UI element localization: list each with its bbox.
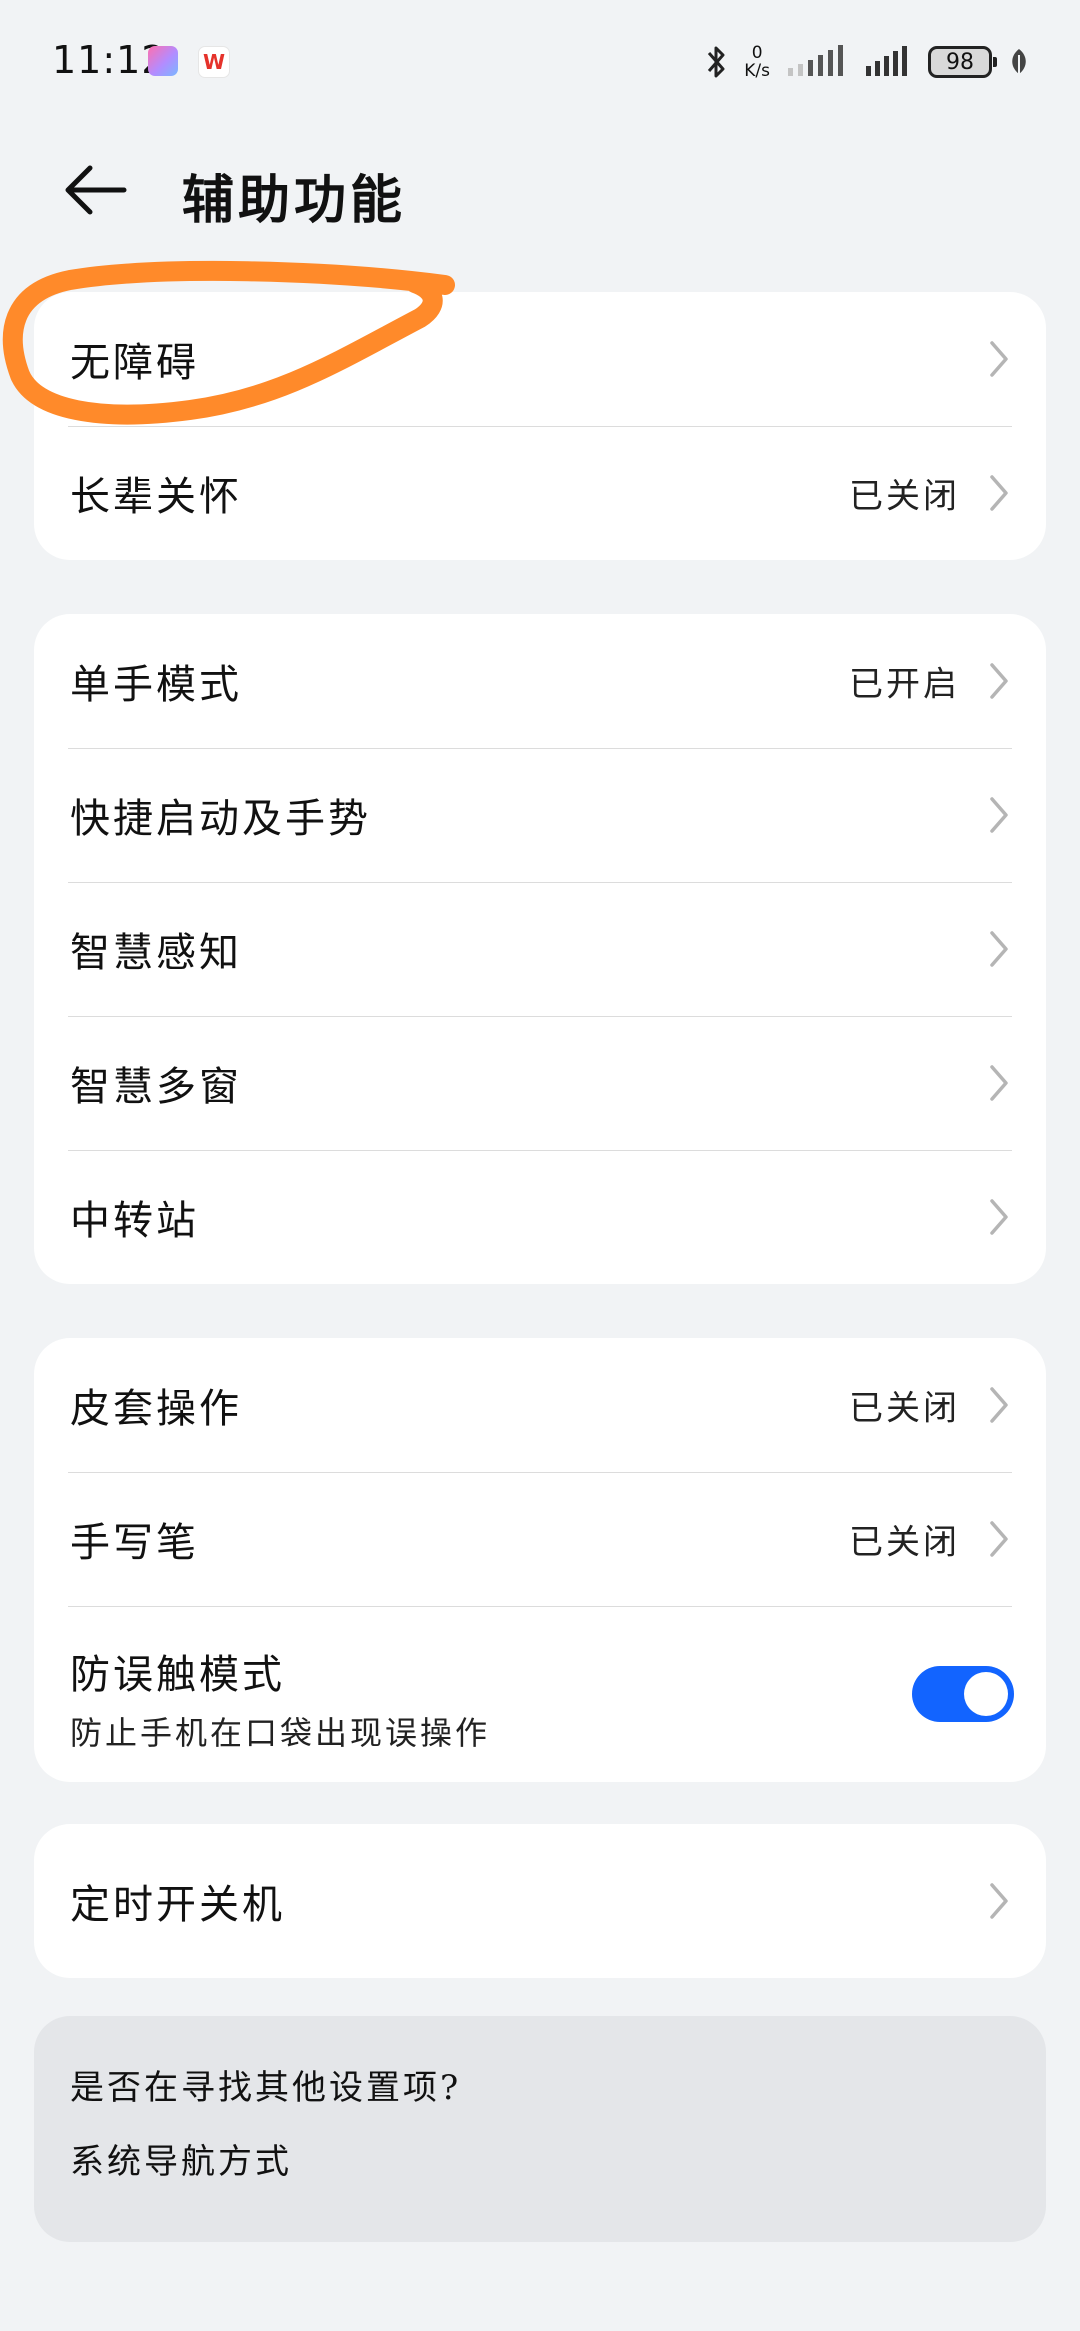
accessibility-row[interactable]: 无障碍 bbox=[34, 292, 1046, 426]
settings-group-2: 单手模式 已开启 快捷启动及手势 智慧感知 智慧多窗 中转站 bbox=[34, 614, 1046, 1284]
one-hand-mode-row[interactable]: 单手模式 已开启 bbox=[34, 614, 1046, 748]
chevron-right-icon bbox=[990, 1521, 1008, 1557]
battery-indicator: 98 bbox=[928, 46, 997, 78]
suggestions-title: 是否在寻找其他设置项? bbox=[70, 2068, 462, 2108]
signal-sim1-icon bbox=[788, 45, 843, 76]
system-navigation-link[interactable]: 系统导航方式 bbox=[70, 2134, 292, 2183]
row-status-value: 已关闭 bbox=[849, 1388, 960, 1429]
stylus-row[interactable]: 手写笔 已关闭 bbox=[34, 1472, 1046, 1606]
row-label: 快捷启动及手势 bbox=[70, 796, 371, 842]
accidental-touch-toggle[interactable] bbox=[912, 1666, 1014, 1722]
chevron-right-icon bbox=[990, 797, 1008, 833]
network-speed: 0 K/s bbox=[744, 43, 770, 81]
row-status-value: 已关闭 bbox=[849, 1522, 960, 1563]
suggestions-card: 是否在寻找其他设置项? 系统导航方式 bbox=[34, 2016, 1046, 2242]
eco-leaf-icon bbox=[1012, 49, 1026, 74]
shortcuts-gestures-row[interactable]: 快捷启动及手势 bbox=[34, 748, 1046, 882]
row-label: 单手模式 bbox=[70, 662, 242, 708]
back-button[interactable] bbox=[60, 160, 140, 220]
cover-operation-row[interactable]: 皮套操作 已关闭 bbox=[34, 1338, 1046, 1472]
accidental-touch-row: 防误触模式 防止手机在口袋出现误操作 bbox=[34, 1606, 1046, 1782]
settings-group-4: 定时开关机 bbox=[34, 1824, 1046, 1978]
wps-app-icon: W bbox=[198, 46, 230, 78]
back-arrow-icon bbox=[65, 165, 127, 215]
settings-group-3: 皮套操作 已关闭 手写笔 已关闭 防误触模式 防止手机在口袋出现误操作 bbox=[34, 1338, 1046, 1782]
row-subtitle: 防止手机在口袋出现误操作 bbox=[70, 1714, 491, 1752]
row-label: 智慧多窗 bbox=[70, 1064, 242, 1110]
row-status-value: 已关闭 bbox=[849, 476, 960, 517]
page-header: 辅助功能 bbox=[0, 140, 1080, 240]
row-label: 无障碍 bbox=[70, 340, 199, 386]
settings-group-1: 无障碍 长辈关怀 已关闭 bbox=[34, 292, 1046, 560]
row-status-value: 已开启 bbox=[849, 664, 960, 705]
status-indicators: 0 K/s 98 bbox=[706, 38, 1030, 86]
signal-sim2-icon bbox=[866, 46, 907, 76]
elder-care-row[interactable]: 长辈关怀 已关闭 bbox=[34, 426, 1046, 560]
chevron-right-icon bbox=[990, 341, 1008, 377]
page-title: 辅助功能 bbox=[182, 170, 407, 231]
row-label: 智慧感知 bbox=[70, 930, 242, 976]
row-label: 手写笔 bbox=[70, 1520, 199, 1566]
chevron-right-icon bbox=[990, 1387, 1008, 1423]
row-label: 防误触模式 bbox=[70, 1652, 285, 1698]
row-label: 定时开关机 bbox=[70, 1882, 285, 1928]
scheduled-power-row[interactable]: 定时开关机 bbox=[34, 1824, 1046, 1978]
chevron-right-icon bbox=[990, 931, 1008, 967]
bluetooth-icon bbox=[708, 46, 725, 78]
row-label: 长辈关怀 bbox=[70, 474, 242, 520]
chevron-right-icon bbox=[990, 475, 1008, 511]
row-label: 皮套操作 bbox=[70, 1386, 242, 1432]
toggle-knob bbox=[964, 1672, 1008, 1716]
chevron-right-icon bbox=[990, 663, 1008, 699]
notification-app-icon bbox=[148, 46, 178, 76]
status-bar: 11:12 W 0 K/s 98 bbox=[0, 0, 1080, 120]
smart-multiwindow-row[interactable]: 智慧多窗 bbox=[34, 1016, 1046, 1150]
chevron-right-icon bbox=[990, 1199, 1008, 1235]
transfer-station-row[interactable]: 中转站 bbox=[34, 1150, 1046, 1284]
chevron-right-icon bbox=[990, 1883, 1008, 1919]
chevron-right-icon bbox=[990, 1065, 1008, 1101]
row-label: 中转站 bbox=[70, 1198, 199, 1244]
smart-awareness-row[interactable]: 智慧感知 bbox=[34, 882, 1046, 1016]
